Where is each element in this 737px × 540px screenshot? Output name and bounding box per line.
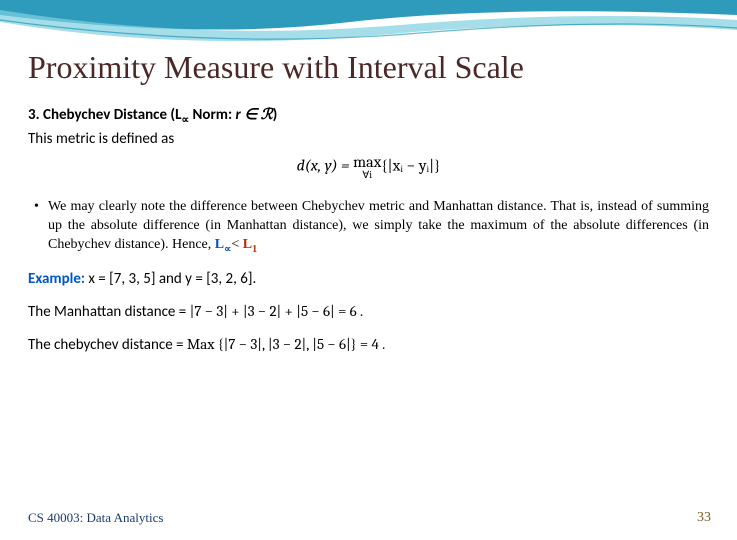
section-number-label: 3. Chebychev Distance (L: [28, 106, 181, 124]
section-lead-text: This metric is defined as: [28, 130, 709, 148]
chebychev-expression: {|7 − 3|, |3 − 2|, |5 − 6|} = 4 .: [218, 335, 385, 353]
formula-lhs: d(x, y) =: [297, 157, 354, 175]
max-word: max: [353, 154, 381, 170]
formula-rhs: {|xᵢ − yᵢ|}: [381, 157, 440, 175]
slide-content: Proximity Measure with Interval Scale 3.…: [0, 0, 737, 354]
manhattan-calc: The Manhattan distance = |7 − 3| + |3 − …: [28, 302, 709, 321]
max-subscript: ∀i: [353, 170, 381, 180]
l-infinity-symbol: L∝: [215, 237, 232, 252]
r-condition: r ∈ ℛ: [236, 106, 273, 124]
example-vectors: x = [7, 3, 5] and y = [3, 2, 6].: [85, 270, 256, 288]
distance-formula: d(x, y) = max∀i{|xᵢ − yᵢ|}: [28, 154, 709, 180]
chebychev-max-word: Max: [187, 335, 218, 353]
section-heading: 3. Chebychev Distance (L∝ Norm: r ∈ ℛ): [28, 105, 709, 126]
manhattan-expression: |7 − 3| + |3 − 2| + |5 − 6| = 6 .: [190, 302, 363, 320]
explanation-paragraph: We may clearly note the difference betwe…: [48, 198, 709, 256]
slide-title: Proximity Measure with Interval Scale: [28, 50, 709, 85]
less-than: <: [231, 237, 242, 252]
example-label: Example:: [28, 270, 85, 288]
max-operator: max∀i: [353, 154, 381, 180]
example-line: Example: x = [7, 3, 5] and y = [3, 2, 6]…: [28, 270, 709, 288]
chebychev-calc: The chebychev distance = Max {|7 − 3|, |…: [28, 335, 709, 354]
manhattan-label: The Manhattan distance =: [28, 303, 190, 321]
close-paren: ): [273, 106, 278, 124]
norm-after-text: Norm:: [189, 106, 235, 124]
page-number: 33: [697, 510, 711, 526]
norm-subscript: ∝: [181, 113, 189, 126]
footer-course-code: CS 40003: Data Analytics: [28, 510, 163, 526]
explain-body: We may clearly note the difference betwe…: [48, 199, 709, 252]
l-one-symbol: L1: [243, 237, 257, 252]
chebychev-label: The chebychev distance =: [28, 336, 187, 354]
